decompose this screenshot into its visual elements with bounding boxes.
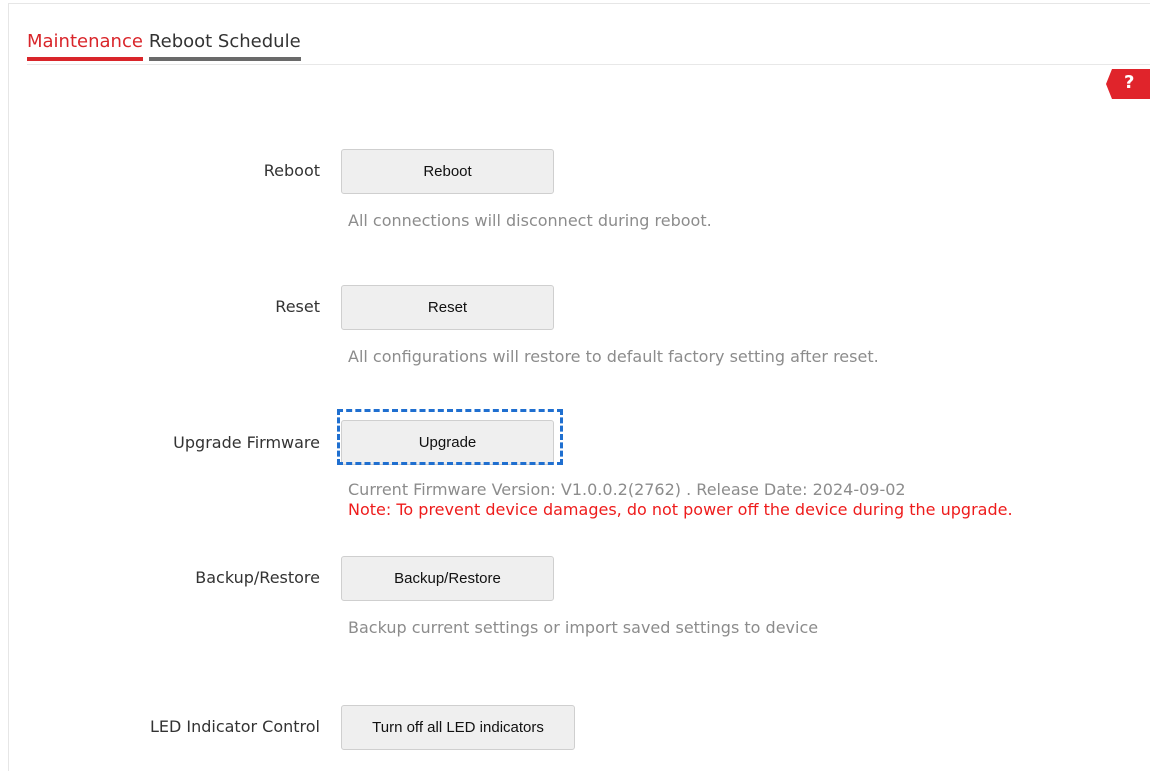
frame-left-border [8,3,9,771]
reboot-hint: All connections will disconnect during r… [348,211,712,230]
tab-bar: Maintenance Reboot Schedule [27,31,301,61]
led-indicator-label: LED Indicator Control [149,717,320,736]
reboot-button[interactable]: Reboot [341,149,554,194]
help-question-mark: ? [1124,72,1135,93]
tabs-divider [27,64,1150,65]
help-button[interactable]: ? [1106,69,1150,99]
reset-label: Reset [275,297,320,316]
frame-top-border [8,3,1150,4]
backup-restore-hint: Backup current settings or import saved … [348,618,819,637]
tab-maintenance[interactable]: Maintenance [27,31,143,61]
turn-off-led-button[interactable]: Turn off all LED indicators [341,705,575,750]
maintenance-page: Maintenance Reboot Schedule ? Reboot Reb… [0,0,1150,771]
backup-restore-label: Backup/Restore [195,568,320,587]
backup-restore-button[interactable]: Backup/Restore [341,556,554,601]
tab-reboot-schedule[interactable]: Reboot Schedule [148,31,301,61]
upgrade-firmware-label: Upgrade Firmware [173,433,320,452]
reboot-label: Reboot [263,161,320,180]
reset-button[interactable]: Reset [341,285,554,330]
upgrade-highlight-box [337,409,563,465]
reset-hint: All configurations will restore to defau… [348,347,879,366]
upgrade-warning-note: Note: To prevent device damages, do not … [348,500,1013,519]
